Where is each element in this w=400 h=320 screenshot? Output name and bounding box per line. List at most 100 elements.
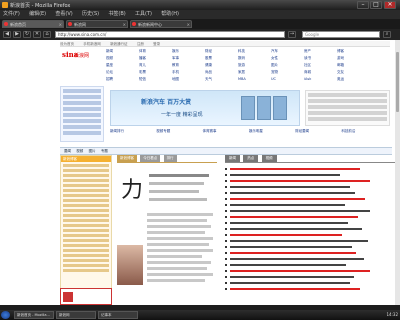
section-tab[interactable]: 视频	[76, 149, 83, 153]
forward-icon[interactable]: ▶	[13, 31, 21, 38]
tab-2[interactable]: 新浪网 ×	[66, 20, 128, 28]
menu-tools[interactable]: 工具(T)	[135, 10, 152, 19]
tab-3[interactable]: 新浪新闻中心 ×	[130, 20, 192, 28]
channel-link[interactable]: 娱乐	[172, 48, 205, 54]
minimize-button[interactable]: –	[357, 1, 369, 9]
channel-link[interactable]: 军事	[172, 55, 205, 61]
headline-box[interactable]: 力	[117, 166, 217, 210]
home-icon[interactable]: ⌂	[43, 31, 51, 38]
top-link[interactable]: 设为首页	[60, 42, 74, 46]
channel-link[interactable]: iAsk	[304, 76, 337, 82]
tab-close-icon[interactable]: ×	[123, 21, 126, 27]
channel-link[interactable]: 汽车	[271, 48, 304, 54]
channel-link[interactable]: 商城	[304, 69, 337, 75]
channel-link[interactable]: 教育	[172, 62, 205, 68]
link[interactable]: 财经要闻	[295, 128, 340, 134]
left-ad-box[interactable]	[60, 288, 112, 305]
feature-photo[interactable]	[117, 245, 143, 285]
channel-link[interactable]: 家居	[238, 69, 271, 75]
banner-ad[interactable]: 新浪汽车 百万大赏 一年一度 精彩呈现	[110, 90, 300, 126]
link[interactable]: 新闻排行	[110, 128, 155, 134]
section-tab[interactable]: 要闻	[64, 149, 71, 153]
channel-link[interactable]: 邮箱	[337, 62, 370, 68]
channel-link[interactable]: 论坛	[106, 69, 139, 75]
side-ad-box[interactable]	[305, 90, 390, 126]
stop-icon[interactable]: ✕	[33, 31, 41, 38]
channel-link[interactable]: 播客	[139, 55, 172, 61]
top-link[interactable]: 登录	[153, 42, 160, 46]
tab-close-icon[interactable]: ×	[59, 21, 62, 27]
channel-link[interactable]: 彩票	[139, 69, 172, 75]
top-link[interactable]: 新浪通行证	[110, 42, 128, 46]
channel-link[interactable]: 体育	[139, 48, 172, 54]
channel-link[interactable]: 社区	[304, 62, 337, 68]
channel-link[interactable]: 手机	[172, 69, 205, 75]
mid-tab[interactable]: 今日看点	[140, 155, 161, 162]
link[interactable]: 娱乐明星	[249, 128, 294, 134]
channel-link[interactable]: 读书	[304, 55, 337, 61]
go-icon[interactable]: →	[288, 31, 296, 38]
channel-link[interactable]: 育儿	[139, 62, 172, 68]
channel-link[interactable]: 交友	[337, 69, 370, 75]
start-button[interactable]	[1, 311, 10, 319]
channel-link[interactable]: 天气	[205, 76, 238, 82]
link[interactable]: 视频专题	[156, 128, 201, 134]
right-tab[interactable]: 热点	[243, 155, 259, 162]
menu-file[interactable]: 文件(F)	[3, 10, 20, 19]
mid-tab[interactable]: 排行	[163, 155, 177, 162]
section-tab[interactable]: 专题	[101, 149, 108, 153]
channel-link[interactable]: 尚品	[205, 69, 238, 75]
channel-link[interactable]: 地图	[172, 76, 205, 82]
section-tab[interactable]: 图片	[89, 149, 96, 153]
menu-bookmarks[interactable]: 书签(B)	[108, 10, 125, 19]
link[interactable]: 体育赛事	[203, 128, 248, 134]
channel-link[interactable]: MBA	[238, 76, 271, 82]
channel-link[interactable]: 视频	[106, 55, 139, 61]
channel-link[interactable]: 数码	[238, 55, 271, 61]
channel-link[interactable]: 房产	[304, 48, 337, 54]
channel-link[interactable]: 招聘	[106, 76, 139, 82]
channel-link[interactable]: 科技	[238, 48, 271, 54]
close-button[interactable]: ✕	[384, 1, 396, 9]
channel-link[interactable]: 奥运	[337, 76, 370, 82]
right-tab[interactable]: 视频	[261, 155, 277, 162]
menu-history[interactable]: 历史(S)	[82, 10, 99, 19]
news-item[interactable]	[225, 286, 395, 292]
address-bar[interactable]: http://www.sina.com.cn/	[55, 31, 285, 38]
top-link[interactable]: 手机新浪网	[83, 42, 101, 46]
channel-link[interactable]: 博客	[337, 48, 370, 54]
reload-icon[interactable]: ↻	[23, 31, 31, 38]
taskbar-item[interactable]: 新浪首页 - Mozilla...	[14, 311, 54, 319]
right-tab[interactable]: 新闻	[225, 155, 240, 162]
vertical-scrollbar[interactable]	[395, 40, 400, 305]
channel-link[interactable]: 财经	[205, 48, 238, 54]
link[interactable]: 科技前沿	[341, 128, 386, 134]
search-icon[interactable]: ⌕	[383, 31, 391, 38]
scrollbar-thumb[interactable]	[396, 52, 399, 112]
channel-link[interactable]: UC	[271, 76, 304, 82]
menu-help[interactable]: 帮助(H)	[161, 10, 179, 19]
taskbar-item[interactable]: 记事本	[98, 311, 138, 319]
maximize-button[interactable]: □	[370, 1, 382, 9]
channel-link[interactable]: 宠物	[271, 69, 304, 75]
top-link[interactable]: 注册	[137, 42, 144, 46]
channel-link[interactable]: 健康	[205, 62, 238, 68]
taskbar-item[interactable]: 新浪网	[56, 311, 96, 319]
channel-link[interactable]: 新闻	[106, 48, 139, 54]
menu-edit[interactable]: 编辑(E)	[29, 10, 46, 19]
channel-link[interactable]: 股票	[205, 55, 238, 61]
channel-link[interactable]: 星座	[106, 62, 139, 68]
channel-link[interactable]: 女性	[271, 55, 304, 61]
menu-view[interactable]: 查看(V)	[55, 10, 72, 19]
site-logo[interactable]: sina 新浪网	[62, 48, 96, 62]
bullet-icon	[225, 264, 227, 266]
tab-close-icon[interactable]: ×	[187, 21, 190, 27]
channel-link[interactable]: 游戏	[337, 55, 370, 61]
channel-link[interactable]: 短信	[139, 76, 172, 82]
back-icon[interactable]: ◀	[3, 31, 11, 38]
channel-link[interactable]: 图片	[271, 62, 304, 68]
channel-link[interactable]: 旅游	[238, 62, 271, 68]
search-input[interactable]: Google	[302, 31, 380, 38]
tab-1[interactable]: 新浪首页 ×	[2, 20, 64, 28]
mid-tab[interactable]: 新浪博客	[117, 155, 137, 162]
